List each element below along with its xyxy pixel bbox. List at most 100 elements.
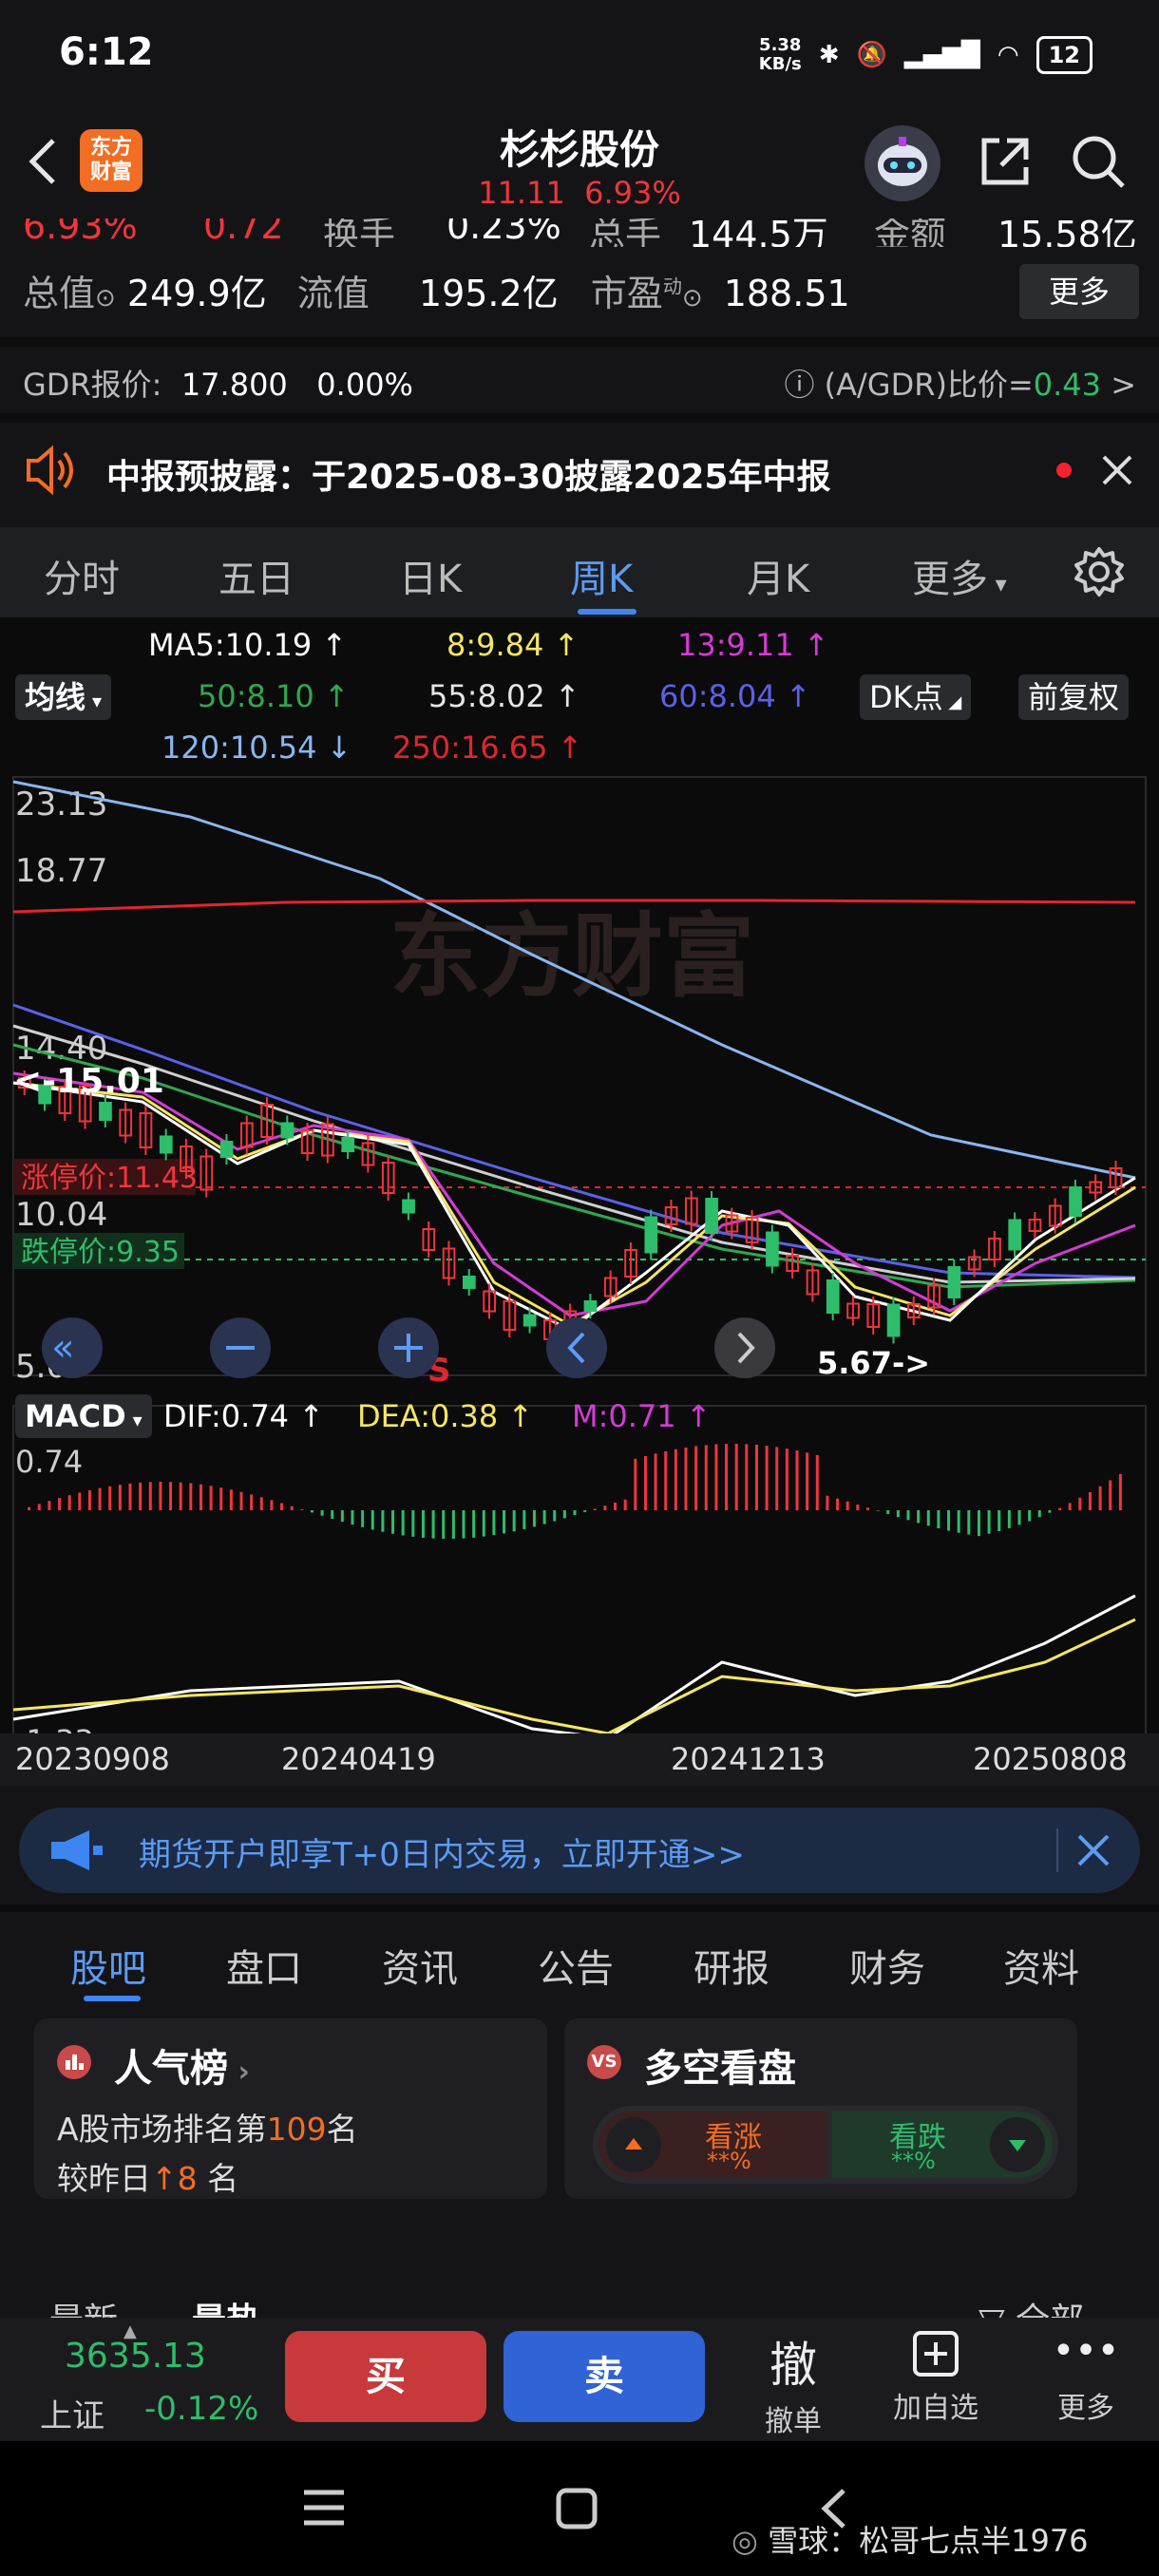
macd-dea-label: DEA:0.38 ↑ — [357, 1398, 534, 1434]
battery-icon: 12 — [1036, 36, 1092, 74]
bottom-action-bar: ▲ 3635.13 上证 -0.12% 买 卖 撤 撤单 加自选 ••• 更多 — [0, 2318, 1159, 2441]
buy-button[interactable]: 买 — [285, 2331, 486, 2422]
ma50-label: 50:8.10 ↑ — [198, 678, 350, 714]
tab-research[interactable]: 研报 — [694, 1938, 770, 1993]
x-date-label: 20241213 — [671, 1741, 826, 1777]
quote-row-caps: 总值⊙ 249.9亿 流值 195.2亿 市盈动⊙ 188.51 — [23, 273, 850, 314]
y-axis-label-2: 18.77 — [15, 852, 107, 890]
popularity-card[interactable]: 人气榜 › A股市场排名第109名 较昨日↑8 名 — [34, 2018, 547, 2199]
status-bar: 6:12 5.38 KB/s ✱ 🔕 ▂▄▆█ ◠ 12 — [0, 0, 1159, 114]
index-value[interactable]: 3635.13 — [65, 2337, 206, 2376]
tab-profile[interactable]: 资料 — [1003, 1938, 1079, 1993]
notice-bar[interactable]: 中报预披露：于2025-08-30披露2025年中报 — [0, 423, 1159, 518]
header: 东方 财富 杉杉股份 11.11 6.93% — [0, 114, 1159, 223]
kline-chart-svg[interactable]: 东方财富 23.13 18.77 14.40 10.04 5.67 涨停价:11… — [0, 769, 1159, 1776]
gdr-ratio[interactable]: ⓘ (A/GDR)比价=0.43 > — [784, 361, 1136, 405]
tab-monthly-k[interactable]: 月K — [747, 548, 809, 603]
total-cap: 249.9亿 — [126, 273, 267, 314]
vote-up-button[interactable]: 看涨 **% — [598, 2112, 826, 2178]
close-icon[interactable] — [1098, 451, 1136, 493]
x-axis-dates: 20230908 20240419 20241213 20250808 — [0, 1733, 1159, 1786]
more-quote-button[interactable]: 更多 — [1019, 264, 1139, 319]
net-speed: 5.38 KB/s — [758, 35, 802, 74]
tab-forum[interactable]: 股吧 — [70, 1938, 146, 1993]
filter-all-button[interactable]: ▽ 全部 — [978, 2293, 1084, 2318]
vote-down-button[interactable]: 看跌 **% — [832, 2112, 1053, 2178]
signal-icon: ▂▄▆█ — [903, 41, 980, 69]
cancel-order-button[interactable]: 撤 撤单 — [750, 2327, 836, 2439]
xueqiu-logo-icon: ◎ — [732, 2523, 758, 2559]
dk-point-button[interactable]: DK点 ◢ — [860, 674, 972, 720]
ma120-label: 120:10.54 ↓ — [162, 729, 352, 766]
price-adjust-button[interactable]: 前复权 — [1018, 674, 1130, 720]
settings-gear-icon[interactable] — [1072, 544, 1127, 603]
min-price-marker: 5.67-> — [817, 1345, 930, 1381]
help-icon: ⓘ — [784, 367, 815, 403]
notice-text: 中报预披露：于2025-08-30披露2025年中报 — [106, 458, 831, 497]
index-change: -0.12% — [144, 2390, 259, 2428]
footer-watermark: ◎ 雪球：松哥七点半1976 — [732, 2523, 1089, 2559]
ma13-label: 13:9.11 ↑ — [677, 627, 829, 663]
float-cap: 195.2亿 — [418, 273, 559, 314]
x-date-label: 20250808 — [973, 1741, 1128, 1777]
futures-ad-banner[interactable]: 期货开户即享T+0日内交易，立即开通>> — [19, 1808, 1140, 1893]
macd-selector-button[interactable]: MACD ▾ — [15, 1394, 152, 1438]
chart-watermark: 东方财富 — [390, 903, 754, 1010]
ma60-label: 60:8.04 ↑ — [659, 678, 811, 714]
tab-finance[interactable]: 财务 — [849, 1938, 925, 1993]
tab-more[interactable]: 更多 ▾ — [912, 548, 1007, 603]
index-name: 上证 — [40, 2397, 104, 2435]
tab-daily-k[interactable]: 日K — [399, 548, 462, 603]
ma8-label: 8:9.84 ↑ — [446, 627, 580, 663]
x-date-label: 20230908 — [15, 1741, 170, 1777]
section-tabs: 股吧 盘口 资讯 公告 研报 财务 资料 — [0, 1914, 1159, 2009]
tab-weekly-k[interactable]: 周K — [570, 548, 633, 603]
assistant-avatar-icon[interactable] — [864, 125, 940, 201]
ma5-line — [12, 1081, 1136, 1332]
macd-histogram — [28, 1444, 1122, 1539]
long-short-card: VS 多空看盘 看涨 **% 看跌 **% — [564, 2018, 1077, 2199]
gdr-row: GDR报价: 17.800 0.00% — [23, 367, 413, 403]
menu-icon[interactable] — [302, 2487, 346, 2532]
ma250-label: 250:16.65 ↑ — [392, 729, 583, 766]
y-axis-label-4: 10.04 — [15, 1196, 107, 1234]
more-button[interactable]: ••• 更多 — [1043, 2327, 1129, 2426]
notice-unread-dot — [1056, 463, 1072, 478]
tab-intraday[interactable]: 分时 — [44, 548, 120, 603]
sell-button[interactable]: 卖 — [504, 2331, 705, 2422]
add-watchlist-button[interactable]: 加自选 — [884, 2327, 988, 2426]
limit-up-label: 涨停价:11.43 — [21, 1162, 198, 1195]
scroll-left-fast-button[interactable]: « — [42, 1317, 103, 1378]
arrow-up-icon — [606, 2117, 661, 2172]
rank-change-text: 较昨日↑8 名 — [57, 2160, 239, 2197]
feed-tabs-partial: 最新 最热 ▽ 全部 — [0, 2280, 1159, 2318]
info-icon: ⊙ — [681, 284, 703, 313]
info-icon: ⊙ — [95, 284, 116, 313]
share-icon[interactable] — [971, 127, 1039, 196]
more-dots-icon: ••• — [1052, 2329, 1120, 2373]
scroll-right-button[interactable] — [714, 1317, 775, 1378]
zoom-out-button[interactable] — [210, 1317, 271, 1378]
tab-orderbook[interactable]: 盘口 — [226, 1938, 302, 1993]
divider — [0, 337, 1159, 347]
status-time: 6:12 — [59, 30, 154, 74]
megaphone-icon — [48, 1827, 108, 1878]
scroll-left-button[interactable] — [546, 1317, 607, 1378]
home-icon[interactable] — [555, 2487, 598, 2534]
macd-dif-label: DIF:0.74 ↑ — [163, 1398, 325, 1434]
indicator-selector-button[interactable]: 均线 ▾ — [15, 674, 112, 720]
zoom-in-button[interactable] — [378, 1317, 439, 1378]
tab-announcements[interactable]: 公告 — [538, 1938, 614, 1993]
active-tab-indicator — [578, 609, 636, 615]
close-icon[interactable] — [1074, 1830, 1113, 1874]
chevron-right-icon: › — [228, 2055, 250, 2089]
macd-lines — [12, 1594, 1136, 1740]
quote-row-partial: 6.93% 0.72 换手 0.23% 总手 144.5万 金额 15.58亿 — [23, 218, 1137, 247]
kline-tabs: 分时 五日 日K 周K 月K 更多 ▾ — [0, 527, 1159, 617]
tab-news[interactable]: 资讯 — [382, 1938, 458, 1993]
rank-icon — [57, 2045, 91, 2079]
search-icon[interactable] — [1064, 127, 1132, 196]
divider — [0, 413, 1159, 423]
macd-dif-line — [12, 1594, 1136, 1740]
tab-five-day[interactable]: 五日 — [218, 548, 294, 603]
